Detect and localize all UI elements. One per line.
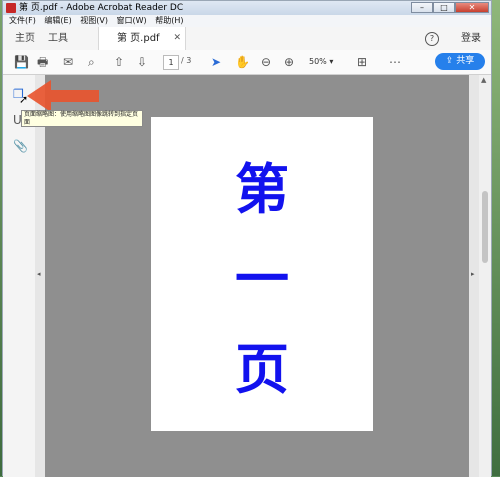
zoom-level-select[interactable]: 50% ▾: [309, 55, 343, 68]
select-cursor-icon[interactable]: ➤: [211, 55, 221, 69]
page-char-2: 一: [235, 247, 289, 311]
left-pane-toggle[interactable]: ◂: [35, 75, 45, 477]
zoom-in-icon[interactable]: ⊕: [284, 55, 294, 69]
page-number-input[interactable]: 1: [163, 55, 179, 70]
vertical-scrollbar[interactable]: ▲: [479, 75, 491, 477]
tab-tools[interactable]: 工具: [48, 27, 68, 50]
tab-document[interactable]: 第 页.pdf ✕: [98, 27, 186, 50]
thumbnail-tooltip: 页面缩略图：使用缩略图图像跳转到指定页面: [21, 110, 143, 127]
page-char-1: 第: [235, 157, 289, 221]
share-label: 共享: [456, 56, 475, 66]
menu-file[interactable]: 文件(F): [9, 16, 36, 25]
zoom-search-icon[interactable]: ⌕: [88, 55, 95, 69]
tab-bar: 主页 工具 第 页.pdf ✕ ? 登录: [3, 27, 491, 51]
menu-window[interactable]: 窗口(W): [117, 16, 147, 25]
right-pane-toggle[interactable]: ▸: [469, 75, 479, 477]
attachments-icon[interactable]: 📎: [13, 139, 28, 153]
menu-edit[interactable]: 编辑(E): [44, 16, 71, 25]
share-icon: ⇪: [445, 56, 454, 66]
fit-page-icon[interactable]: ⊞: [357, 55, 367, 69]
scroll-up-icon[interactable]: ▲: [481, 76, 486, 84]
email-icon[interactable]: ✉: [63, 55, 73, 69]
window-title: 第 页.pdf - Adobe Acrobat Reader DC: [19, 3, 184, 13]
document-view[interactable]: 第 一 页: [45, 75, 475, 477]
menu-bar: 文件(F) 编辑(E) 视图(V) 窗口(W) 帮助(H): [3, 15, 491, 27]
login-link[interactable]: 登录: [461, 27, 481, 50]
right-pane-toggle-icon: ▸: [471, 270, 475, 278]
tab-home[interactable]: 主页: [15, 27, 35, 50]
minimize-button[interactable]: –: [411, 2, 433, 13]
mouse-cursor-icon: ➚: [19, 93, 29, 106]
pdf-page: 第 一 页: [151, 117, 373, 431]
left-pane-toggle-icon: ◂: [37, 270, 41, 278]
print-icon[interactable]: 🖶: [37, 55, 48, 69]
zoom-out-icon[interactable]: ⊖: [261, 55, 271, 69]
menu-help[interactable]: 帮助(H): [155, 16, 183, 25]
previous-page-icon[interactable]: ⇧: [114, 55, 124, 69]
close-tab-icon[interactable]: ✕: [173, 27, 181, 50]
save-icon[interactable]: 💾: [14, 55, 29, 69]
red-arrow-annotation: [27, 80, 99, 112]
acrobat-window: 第 页.pdf - Adobe Acrobat Reader DC – □ ✕ …: [2, 0, 492, 477]
help-icon[interactable]: ?: [425, 32, 439, 46]
scrollbar-thumb[interactable]: [482, 191, 488, 263]
tab-document-label: 第 页.pdf: [117, 33, 160, 44]
menu-view[interactable]: 视图(V): [80, 16, 108, 25]
next-page-icon[interactable]: ⇩: [137, 55, 147, 69]
toolbar: 💾 🖶 ✉ ⌕ ⇧ ⇩ 1 / 3 ➤ ✋ ⊖ ⊕ 50% ▾ ⊞ ⋯ ⇪ 共享: [3, 50, 491, 75]
share-button[interactable]: ⇪ 共享: [435, 53, 485, 70]
hand-tool-icon[interactable]: ✋: [235, 55, 250, 69]
more-tools-icon[interactable]: ⋯: [389, 55, 401, 69]
page-char-3: 页: [235, 337, 289, 401]
navigation-pane: ❐ U 📎: [3, 75, 36, 477]
title-bar: 第 页.pdf - Adobe Acrobat Reader DC – □ ✕: [3, 1, 491, 15]
page-total: / 3: [181, 56, 192, 65]
maximize-button[interactable]: □: [433, 2, 455, 13]
close-button[interactable]: ✕: [455, 2, 489, 13]
zoom-level-value: 50%: [309, 57, 327, 66]
acrobat-app-icon: [6, 3, 16, 13]
